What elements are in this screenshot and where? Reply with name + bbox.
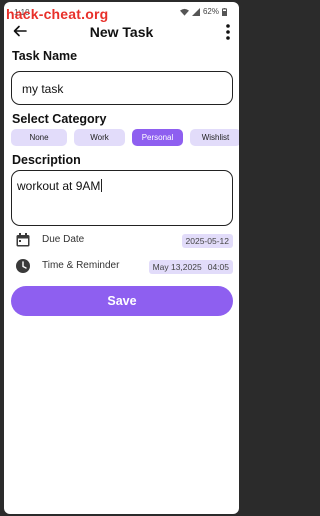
task-name-input[interactable]: my task <box>11 71 233 105</box>
text-caret <box>101 179 103 192</box>
reminder-time: 04:05 <box>207 262 229 272</box>
app-bar: New Task <box>4 20 239 48</box>
due-date-label: Due Date <box>42 234 85 245</box>
more-vertical-icon[interactable] <box>223 23 233 41</box>
reminder-date: May 13,2025 <box>152 262 202 272</box>
app-screen: 1:10 62% hack-cheat.org New Task Task Na… <box>4 2 239 514</box>
battery-icon <box>222 7 227 16</box>
page-title: New Task <box>89 24 154 40</box>
time-reminder-label: Time & Reminder <box>42 260 120 271</box>
clock-icon <box>16 259 30 273</box>
due-date-row[interactable]: Due Date 2025-05-12 <box>4 229 239 251</box>
category-chip-work[interactable]: Work <box>74 129 125 146</box>
category-chip-none[interactable]: None <box>11 129 67 146</box>
due-date-text: 2025-05-12 <box>185 236 229 246</box>
description-input[interactable]: workout at 9AM <box>11 170 233 226</box>
description-label: Description <box>12 153 81 167</box>
time-reminder-row[interactable]: Time & Reminder May 13,2025 04:05 <box>4 255 239 277</box>
status-icons: 62% <box>179 7 227 16</box>
due-date-value[interactable]: 2025-05-12 <box>181 234 233 248</box>
task-name-value: my task <box>22 82 64 96</box>
category-label: Select Category <box>12 112 107 126</box>
wifi-icon <box>179 8 189 16</box>
time-reminder-value[interactable]: May 13,2025 04:05 <box>148 260 233 274</box>
calendar-icon <box>16 233 30 247</box>
signal-icon <box>191 7 200 16</box>
category-chips: None Work Personal Wishlist <box>11 129 239 146</box>
description-value: workout at 9AM <box>17 179 101 193</box>
battery-level: 62% <box>202 7 219 16</box>
category-chip-wishlist[interactable]: Wishlist <box>190 129 239 146</box>
task-name-label: Task Name <box>12 49 78 63</box>
category-chip-personal[interactable]: Personal <box>132 129 183 146</box>
save-button[interactable]: Save <box>11 286 233 316</box>
